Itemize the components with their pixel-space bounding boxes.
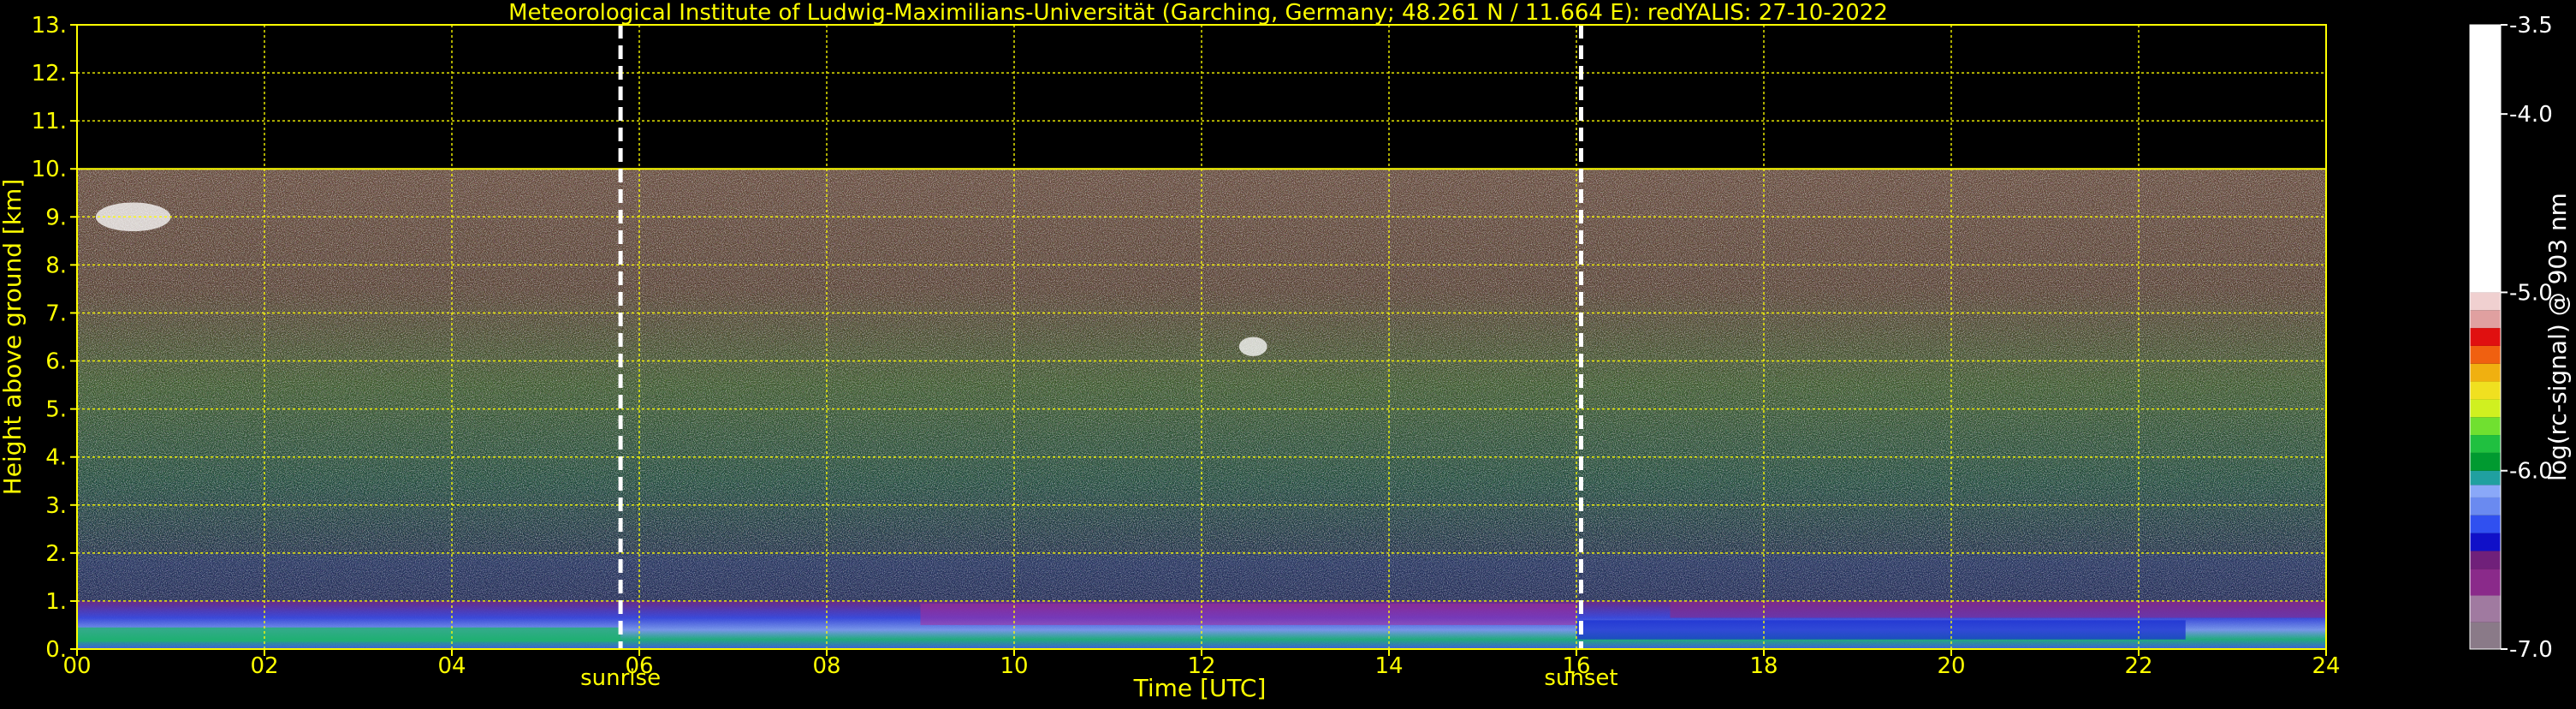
chart-title: Meteorological Institute of Ludwig-Maxim… (508, 0, 1888, 26)
colorbar: -3.5-4.0-5.0-6.0-7.0log(rc-signal) @ 903… (2469, 13, 2572, 663)
x-tick-label: 16 (1562, 653, 1590, 679)
y-tick-label: 13. (32, 13, 67, 39)
y-axis-label: Height above ground [km] (0, 179, 27, 496)
colorbar-tick-label: -7.0 (2509, 637, 2553, 663)
boundary-layer-green (77, 627, 621, 642)
colorbar-band (2470, 417, 2501, 436)
colorbar-band (2470, 485, 2501, 497)
x-tick-label: 22 (2124, 653, 2152, 679)
colorbar-band (2470, 515, 2501, 533)
y-tick-label: 4. (45, 445, 67, 471)
x-tick-label: 10 (1000, 653, 1028, 679)
colorbar-band (2470, 435, 2501, 453)
lidar-chart: sunrise sunset 00 02 04 06 08 10 12 14 16 18 20 22 24… (0, 0, 2576, 706)
y-tick-label: 9. (45, 205, 67, 230)
y-tick-label: 7. (45, 301, 67, 326)
y-tick-label: 12. (32, 61, 67, 86)
chart-svg: sunrise sunset 00 02 04 06 08 10 12 14 16 18 20 22 24… (0, 0, 2572, 702)
x-tick-label: 18 (1749, 653, 1778, 679)
colorbar-tick-label: -4.0 (2509, 102, 2553, 128)
y-tick-label: 1. (45, 589, 67, 615)
x-tick-label: 06 (625, 653, 653, 679)
x-tick-label: 20 (1937, 653, 1965, 679)
colorbar-band (2470, 292, 2501, 311)
y-tick-label: 11. (32, 109, 67, 134)
x-axis-label: Time [UTC] (1133, 674, 1267, 702)
colorbar-band (2470, 310, 2501, 329)
colorbar-band (2470, 569, 2501, 596)
y-tick-label: 10. (32, 157, 67, 182)
y-tick-label: 6. (45, 349, 67, 375)
x-tick-label: 00 (62, 653, 91, 679)
colorbar-band (2470, 533, 2501, 551)
colorbar-band (2470, 363, 2501, 382)
colorbar-band (2470, 551, 2501, 569)
colorbar-tick-label: -3.5 (2509, 13, 2553, 39)
colorbar-band (2470, 452, 2501, 471)
colorbar-band (2470, 595, 2501, 623)
x-tick-label: 08 (812, 653, 840, 679)
y-tick-label: 5. (45, 397, 67, 423)
y-tick-label: 8. (45, 253, 67, 278)
colorbar-band (2470, 497, 2501, 515)
colorbar-band (2470, 622, 2501, 649)
colorbar-band (2470, 381, 2501, 400)
boundary-layer-purple (1670, 600, 2326, 618)
y-tick-label: 3. (45, 493, 67, 519)
boundary-layer-blue (1576, 620, 2186, 640)
x-tick-label: 14 (1374, 653, 1403, 679)
colorbar-band (2470, 345, 2501, 364)
y-tick-label: 2. (45, 541, 67, 567)
boundary-layer-magenta (920, 603, 1576, 625)
colorbar-band (2470, 399, 2501, 418)
x-tick-label: 04 (437, 653, 466, 679)
cloud-cloud (1238, 337, 1267, 356)
x-tick-label: 24 (2312, 653, 2340, 679)
colorbar-label: log(rc-signal) @ 903 nm (2543, 193, 2572, 481)
colorbar-band (2470, 25, 2501, 293)
colorbar-band (2470, 328, 2501, 346)
y-tick-label: 0. (45, 637, 67, 663)
x-tick-label: 02 (250, 653, 278, 679)
colorbar-band (2470, 470, 2501, 486)
